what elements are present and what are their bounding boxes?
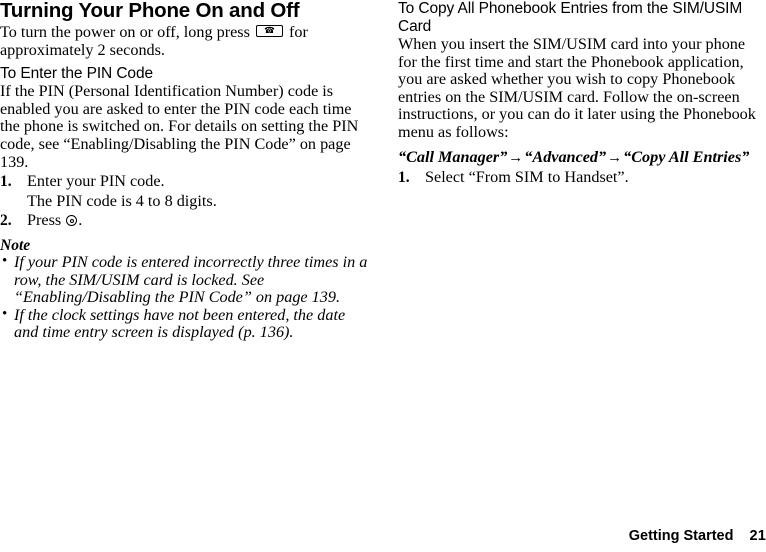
step-item: 1. Select “From SIM to Handset”. xyxy=(398,168,766,187)
step-text-before-icon: Press xyxy=(27,211,66,230)
note-heading: Note xyxy=(0,236,31,254)
menu-path-item-2: “Advanced” xyxy=(524,147,607,166)
step-number: 1. xyxy=(0,173,12,191)
note-list-item: • If your PIN code is entered incorrectly… xyxy=(0,252,370,307)
power-key-icon: ☎ xyxy=(255,25,283,37)
page-footer: Getting Started 21 xyxy=(629,528,766,544)
manual-page: Turning Your Phone On and Off To turn th… xyxy=(0,0,766,552)
pin-code-substep-note: The PIN code is 4 to 8 digits. xyxy=(27,191,217,210)
step-text-after-icon: . xyxy=(78,211,83,230)
center-key-icon xyxy=(66,215,78,227)
power-instruction-text-before: To turn the power on or off, long press xyxy=(0,23,254,41)
section-heading-copy-phonebook: To Copy All Phonebook Entries from the S… xyxy=(398,0,743,35)
step-number: 1. xyxy=(398,169,410,187)
bullet-icon: • xyxy=(2,305,8,322)
menu-path-item-1: “Call Manager” xyxy=(398,147,508,166)
copy-phonebook-paragraph: When you insert the SIM/USIM card into y… xyxy=(398,35,756,141)
note-list-item: • If the clock settings have not been ent… xyxy=(0,305,370,342)
step-item: 1. Enter your PIN code. xyxy=(0,172,370,191)
bullet-icon: • xyxy=(2,252,8,269)
step-text: Select “From SIM to Handset”. xyxy=(425,168,629,187)
right-column: To Copy All Phonebook Entries from the S… xyxy=(398,0,766,187)
section-heading-pin-code: To Enter the PIN Code xyxy=(0,65,153,83)
copy-phonebook-steps-list: 1. Select “From SIM to Handset”. xyxy=(398,168,766,187)
note-item-text: If the clock settings have not been ente… xyxy=(14,305,346,342)
power-instruction-paragraph: To turn the power on or off, long press … xyxy=(0,23,370,59)
pin-code-steps-list: 1. Enter your PIN code. xyxy=(0,172,370,191)
menu-path: “Call Manager”→“Advanced”→“Copy All Entr… xyxy=(398,147,766,168)
pin-code-steps-list-continued: 2. Press . xyxy=(0,212,370,230)
arrow-right-icon: → xyxy=(508,149,524,166)
page-title: Turning Your Phone On and Off xyxy=(0,0,300,22)
footer-section-name: Getting Started xyxy=(628,528,734,544)
step-item: 2. Press . xyxy=(0,212,370,230)
note-list: • If your PIN code is entered incorrectly… xyxy=(0,252,370,342)
pin-code-paragraph: If the PIN (Personal Identification Numb… xyxy=(0,82,359,171)
menu-path-item-3: “Copy All Entries” xyxy=(623,147,750,166)
left-column: Turning Your Phone On and Off To turn th… xyxy=(0,0,370,342)
step-text: Enter your PIN code. xyxy=(27,172,165,191)
arrow-right-icon: → xyxy=(607,149,623,166)
footer-page-number: 21 xyxy=(749,528,766,544)
note-item-text: If your PIN code is entered incorrectly … xyxy=(14,252,368,307)
power-key-glyph: ☎ xyxy=(264,25,275,36)
step-number: 2. xyxy=(0,212,12,230)
